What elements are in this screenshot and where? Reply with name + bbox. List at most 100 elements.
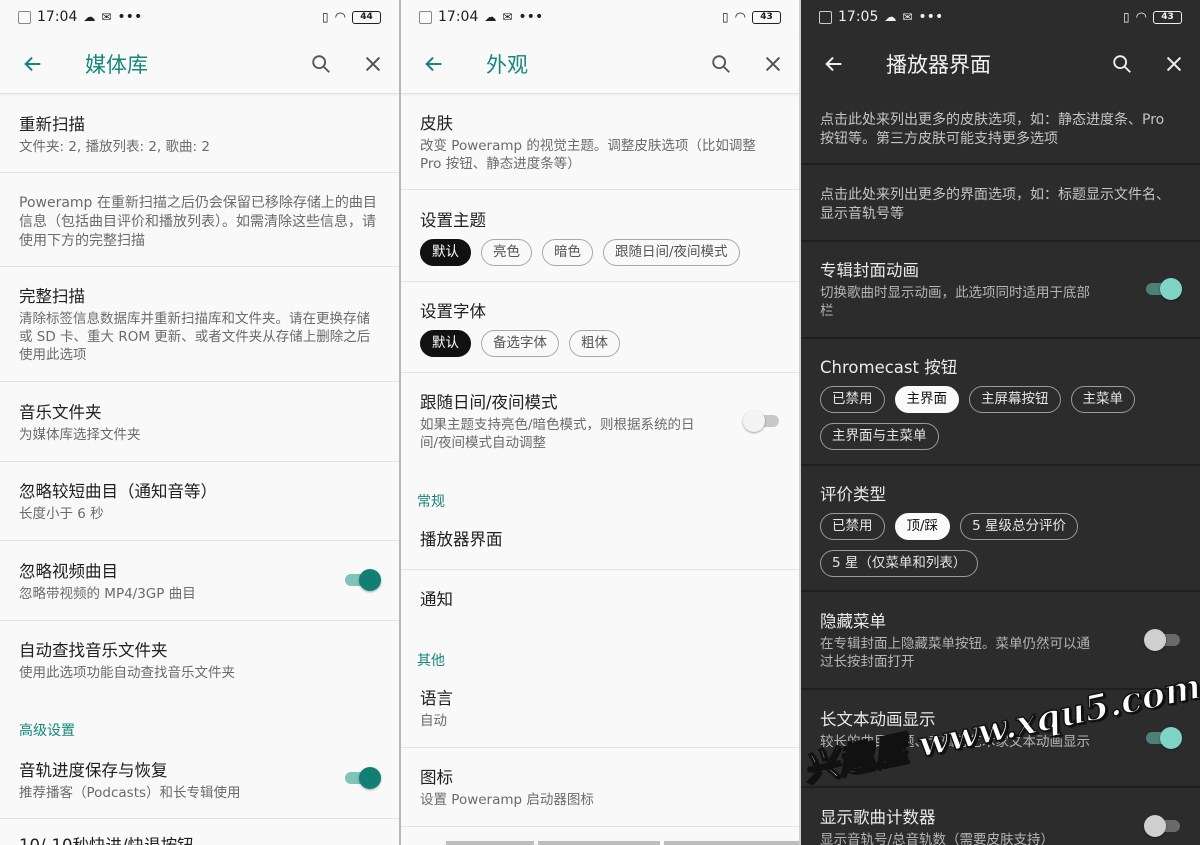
track-counter-toggle[interactable]: [1144, 815, 1182, 837]
notification-item[interactable]: 通知: [401, 589, 799, 611]
rating-chip-5-star-menu-only[interactable]: 5 星（仅菜单和列表）: [820, 550, 979, 577]
hide-menu-toggle[interactable]: [1144, 629, 1182, 651]
daynight-title: 跟随日间/夜间模式: [420, 393, 558, 412]
rescan-item[interactable]: 重新扫描 文件夹: 2, 播放列表: 2, 歌曲: 2: [0, 114, 399, 156]
theme-chip-light[interactable]: 亮色: [481, 239, 532, 266]
divider: [401, 747, 799, 748]
divider: [0, 381, 399, 382]
rating-chip-disabled[interactable]: 已禁用: [820, 513, 885, 540]
theme-chip-default[interactable]: 默认: [420, 239, 471, 266]
daynight-item[interactable]: 跟随日间/夜间模式 如果主题支持亮色/暗色模式，则根据系统的日间/夜间模式自动调…: [401, 392, 719, 452]
wifi-icon: ◠: [734, 9, 746, 25]
back-button[interactable]: [804, 34, 864, 94]
back-button[interactable]: [404, 34, 464, 94]
divider: [401, 569, 799, 570]
music-folders-item[interactable]: 音乐文件夹 为媒体库选择文件夹: [0, 402, 399, 444]
media-library-screen: 17:04 ☁ ✉ ••• ▯ ◠ 44 媒体库 重新扫描 文件夹: 2, 播放…: [0, 0, 399, 845]
divider: [401, 281, 799, 282]
close-icon: [1166, 56, 1182, 72]
search-button[interactable]: [295, 34, 347, 94]
ignore-video-item[interactable]: 忽略视频曲目 忽略带视频的 MP4/3GP 曲目: [0, 561, 399, 603]
long-text-toggle[interactable]: [1144, 727, 1182, 749]
divider: [401, 826, 799, 827]
ignore-video-title: 忽略视频曲目: [19, 562, 118, 581]
language-item[interactable]: 语言 自动: [401, 688, 799, 730]
skin-options-text: 点击此处来列出更多的皮肤选项，如：静态进度条、Pro 按钮等。第三方皮肤可能支持…: [820, 112, 1165, 147]
notification-icon: [419, 10, 432, 24]
cover-animation-summary: 切换歌曲时显示动画，此选项同时适用于底部栏: [820, 285, 1090, 319]
daynight-toggle[interactable]: [743, 410, 781, 432]
more-icon: •••: [117, 9, 143, 25]
skin-options-info[interactable]: 点击此处来列出更多的皮肤选项，如：静态进度条、Pro 按钮等。第三方皮肤可能支持…: [801, 109, 1200, 149]
close-button[interactable]: [1148, 34, 1200, 94]
track-progress-toggle[interactable]: [343, 767, 381, 789]
seek-buttons-item[interactable]: 10/-10秒快进/快退按钮: [0, 835, 399, 845]
vibrate-icon: ▯: [322, 10, 329, 24]
vibrate-icon: ▯: [1123, 10, 1130, 24]
divider: [401, 372, 799, 373]
long-text-summary: 较长的曲目标题、专辑与艺术家文本动画显示: [820, 734, 1090, 750]
track-progress-summary: 推荐播客（Podcasts）和长专辑使用: [19, 785, 241, 801]
cover-animation-toggle[interactable]: [1144, 278, 1182, 300]
ui-options-info[interactable]: 点击此处来列出更多的界面选项，如：标题显示文件名、显示音轨号等: [801, 184, 1200, 224]
battery-icon: 44: [352, 10, 381, 24]
rating-chip-5-star[interactable]: 5 星级总分评价: [960, 513, 1078, 540]
long-text-item[interactable]: 长文本动画显示 较长的曲目标题、专辑与艺术家文本动画显示: [801, 709, 1110, 751]
theme-chip-daynight[interactable]: 跟随日间/夜间模式: [603, 239, 740, 266]
section-advanced: 高级设置: [19, 723, 75, 739]
chromecast-chip-ui-and-menu[interactable]: 主界面与主菜单: [820, 423, 939, 450]
language-summary: 自动: [420, 713, 447, 729]
rating-title: 评价类型: [820, 485, 886, 504]
app-bar: 播放器界面: [801, 34, 1200, 94]
back-button[interactable]: [3, 34, 63, 94]
cover-animation-title: 专辑封面动画: [820, 261, 919, 280]
close-button[interactable]: [347, 34, 399, 94]
page-title: 外观: [486, 52, 528, 77]
icon-summary: 设置 Poweramp 启动器图标: [420, 792, 594, 808]
divider: [801, 163, 1200, 165]
font-chip-alternate[interactable]: 备选字体: [481, 330, 559, 357]
full-rescan-item[interactable]: 完整扫描 清除标签信息数据库并重新扫描库和文件夹。请在更换存储或 SD 卡、重大…: [0, 286, 399, 364]
chromecast-chip-disabled[interactable]: 已禁用: [820, 386, 885, 413]
chromecast-title: Chromecast 按钮: [820, 358, 958, 377]
track-counter-item[interactable]: 显示歌曲计数器 显示音轨号/总音轨数（需要皮肤支持）: [801, 807, 1110, 845]
auto-find-folders-title: 自动查找音乐文件夹: [19, 641, 168, 660]
close-button[interactable]: [747, 34, 799, 94]
chromecast-chip-main-menu[interactable]: 主菜单: [1070, 386, 1135, 413]
ignore-short-item[interactable]: 忽略较短曲目（通知音等） 长度小于 6 秒: [0, 481, 399, 523]
track-progress-item[interactable]: 音轨进度保存与恢复 推荐播客（Podcasts）和长专辑使用: [0, 760, 399, 802]
chromecast-chip-main-ui[interactable]: 主界面: [894, 386, 959, 413]
search-button[interactable]: [695, 34, 747, 94]
skin-item[interactable]: 皮肤 改变 Poweramp 的视觉主题。调整皮肤选项（比如调整 Pro 按钮、…: [401, 113, 779, 173]
divider: [801, 688, 1200, 690]
full-rescan-title: 完整扫描: [19, 287, 85, 306]
section-other: 其他: [417, 653, 445, 669]
status-time: 17:04: [438, 9, 479, 25]
player-ui-item[interactable]: 播放器界面: [401, 529, 799, 551]
search-button[interactable]: [1096, 34, 1148, 94]
music-folders-summary: 为媒体库选择文件夹: [19, 427, 141, 443]
mail-icon: ✉: [502, 10, 513, 24]
hide-menu-item[interactable]: 隐藏菜单 在专辑封面上隐藏菜单按钮。菜单仍然可以通过长按封面打开: [801, 611, 1110, 671]
theme-chip-dark[interactable]: 暗色: [542, 239, 593, 266]
divider: [801, 240, 1200, 242]
divider: [0, 266, 399, 267]
cover-animation-item[interactable]: 专辑封面动画 切换歌曲时显示动画，此选项同时适用于底部栏: [801, 260, 1110, 320]
auto-find-folders-item[interactable]: 自动查找音乐文件夹 使用此选项功能自动查找音乐文件夹: [0, 640, 399, 682]
ignore-video-summary: 忽略带视频的 MP4/3GP 曲目: [19, 586, 196, 602]
ignore-video-toggle[interactable]: [343, 569, 381, 591]
mail-icon: ✉: [101, 10, 112, 24]
page-title: 媒体库: [85, 52, 148, 77]
rating-chip-like-dislike[interactable]: 顶/踩: [894, 513, 951, 540]
divider: [801, 590, 1200, 592]
divider: [0, 172, 399, 173]
divider: [801, 337, 1200, 339]
search-icon: [312, 54, 330, 73]
font-chip-default[interactable]: 默认: [420, 330, 471, 357]
icon-item[interactable]: 图标 设置 Poweramp 启动器图标: [401, 767, 799, 809]
section-general: 常规: [417, 494, 445, 510]
divider: [801, 464, 1200, 466]
font-chip-bold[interactable]: 粗体: [569, 330, 620, 357]
chromecast-chip-home-button[interactable]: 主屏幕按钮: [969, 386, 1061, 413]
status-time: 17:05: [838, 9, 879, 25]
